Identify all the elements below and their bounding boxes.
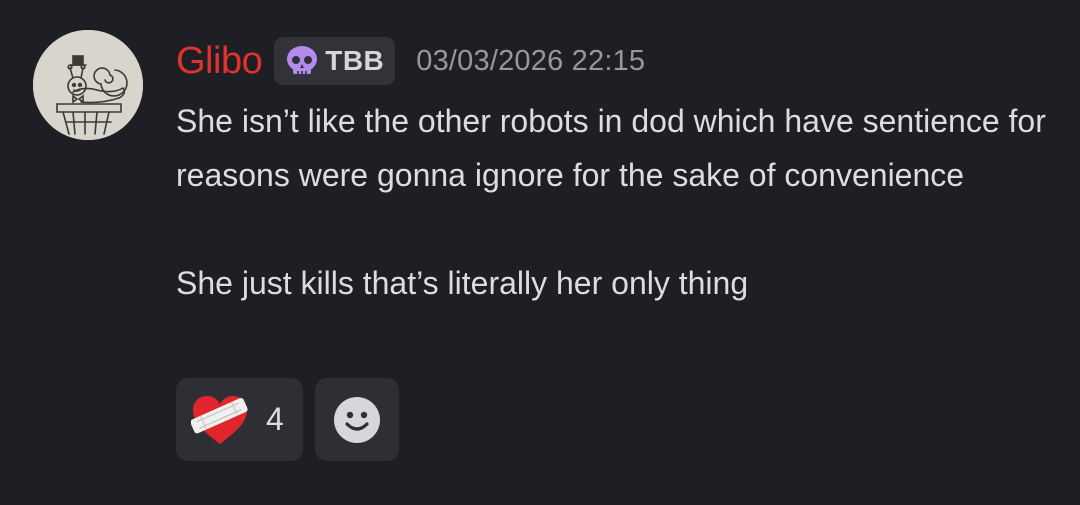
smiley-face-icon bbox=[334, 396, 380, 443]
reaction-mending-heart[interactable]: 4 bbox=[176, 378, 303, 461]
sketch-snail-avatar-icon bbox=[33, 30, 143, 140]
message-timestamp[interactable]: 03/03/2026 22:15 bbox=[416, 45, 645, 78]
author-avatar[interactable] bbox=[33, 30, 143, 140]
reaction-count: 4 bbox=[266, 401, 284, 437]
author-name[interactable]: Glibo bbox=[176, 40, 263, 83]
message-paragraph: She isn’t like the other robots in dod w… bbox=[176, 103, 1046, 193]
server-tag[interactable]: TBB bbox=[274, 37, 396, 85]
server-tag-label: TBB bbox=[325, 45, 385, 76]
message-paragraph: She just kills that’s literally her only… bbox=[176, 265, 749, 301]
reactions-bar: 4 bbox=[176, 378, 399, 461]
mending-heart-icon bbox=[191, 395, 248, 444]
message-header: Glibo TBB 03/03/2026 22:15 bbox=[176, 36, 645, 86]
message-content: She isn’t like the other robots in dod w… bbox=[176, 94, 1056, 310]
purple-skull-icon bbox=[287, 46, 318, 74]
chat-message: Glibo TBB 03/03/2026 22:15 She isn’t lik… bbox=[0, 0, 1080, 505]
add-reaction-button[interactable] bbox=[315, 378, 399, 461]
